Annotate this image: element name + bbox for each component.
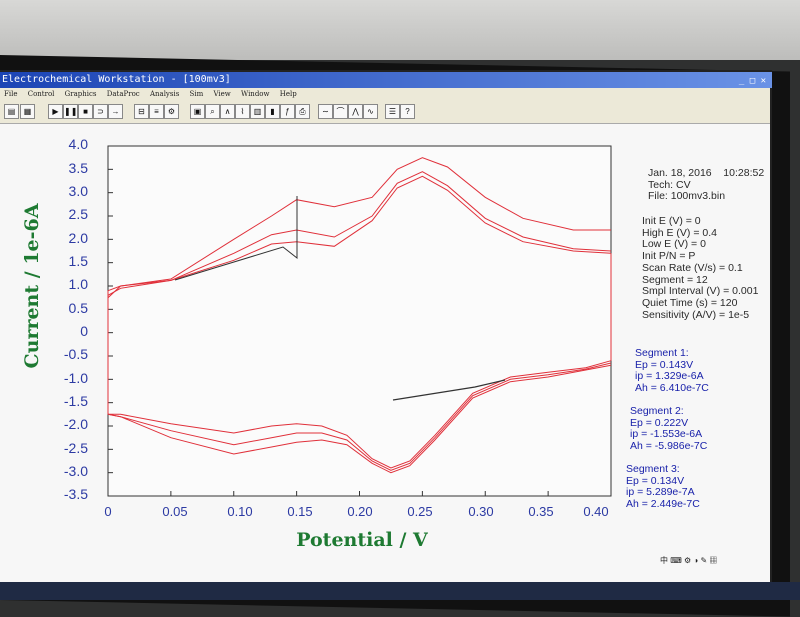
segment-ip: ip = -1.553e-6A [630, 428, 703, 440]
segment-title: Segment 3: [626, 463, 680, 475]
x-tick: 0.10 [227, 504, 253, 519]
y-tick: 4.0 [68, 136, 88, 152]
y-axis-label: Current / 1e-6A [21, 203, 43, 369]
segment-ip: ip = 1.329e-6A [635, 370, 704, 382]
param-list: Init E (V) = 0 High E (V) = 0.4 Low E (V) … [642, 215, 758, 321]
y-tick: 2.0 [68, 230, 88, 246]
y-tick: -2.0 [63, 416, 88, 432]
segment-ip: ip = 5.289e-7A [626, 486, 695, 498]
y-tick: -0.5 [63, 346, 88, 362]
segment-ah: Ah = 6.410e-7C [635, 381, 709, 394]
param-item: Scan Rate (V/s) = 0.1 [642, 261, 743, 274]
y-tick: 3.0 [68, 183, 88, 199]
y-tick: -2.5 [63, 440, 88, 456]
info-datetime: Jan. 18, 2016 10:28:52 [648, 167, 765, 179]
segment-title: Segment 2: [630, 405, 684, 417]
x-tick: 0.25 [407, 504, 433, 519]
info-panel: Jan. 18, 2016 10:28:52 Tech: CV File: 100m… [648, 167, 765, 203]
param-item: Quiet Time (s) = 120 [642, 296, 738, 309]
segment-1-results: Segment 1: Ep = 0.143V ip = 1.329e-6A Ah = … [635, 347, 709, 394]
y-tick: 0.5 [68, 300, 88, 316]
plot-frame [107, 145, 612, 497]
y-tick: 3.5 [68, 160, 88, 176]
x-tick: 0.15 [287, 504, 313, 519]
param-item: Sensitivity (A/V) = 1e-5 [642, 308, 750, 321]
y-tick: 2.5 [68, 206, 88, 222]
y-tick: -3.0 [63, 463, 88, 479]
x-axis-label: Potential / V [296, 529, 428, 551]
y-tick: -3.5 [63, 486, 88, 502]
x-tick: 0.30 [468, 504, 494, 519]
x-tick: 0 [104, 504, 112, 519]
segment-2-results: Segment 2: Ep = 0.222V ip = -1.553e-6A Ah =… [630, 405, 708, 452]
segment-ah: Ah = 2.449e-7C [626, 497, 700, 510]
system-tray: 中 ⌨ ⚙ ◑ ✎ ▦ [660, 556, 718, 565]
x-tick: 0.40 [583, 504, 609, 519]
x-tick: 0.20 [347, 504, 373, 519]
y-tick: -1.0 [63, 370, 88, 386]
segment-3-results: Segment 3: Ep = 0.134V ip = 5.289e-7A Ah = … [626, 463, 700, 510]
y-tick: 1.0 [68, 276, 88, 292]
param-item: Init E (V) = 0 [642, 215, 701, 227]
y-tick: 1.5 [68, 253, 88, 269]
segment-title: Segment 1: [635, 347, 689, 359]
segment-ah: Ah = -5.986e-7C [630, 439, 708, 452]
x-tick: 0.05 [162, 504, 188, 519]
y-tick: -1.5 [63, 393, 88, 409]
taskbar [0, 582, 800, 600]
y-tick: 0 [80, 323, 88, 339]
x-tick: 0.35 [528, 504, 554, 519]
info-file: File: 100mv3.bin [648, 190, 726, 203]
